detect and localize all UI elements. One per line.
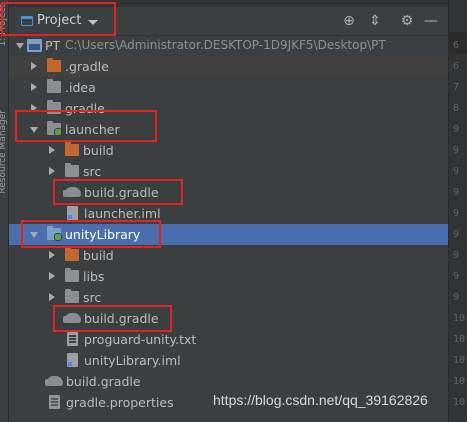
annotation-box-unitylibrary-build-gradle (53, 305, 172, 332)
line-number: 6 (453, 40, 460, 51)
line-number: 6 (453, 61, 460, 72)
tree-item-label: build (83, 248, 114, 263)
line-number: 9 (453, 229, 460, 240)
annotation-box-launcher-build-gradle (53, 179, 183, 205)
collapsed-arrow-icon[interactable] (29, 77, 39, 98)
tree-item-proguard-unity[interactable]: proguard-unity.txt (9, 329, 448, 350)
line-number: 9 (453, 271, 460, 282)
line-number: 10 (453, 376, 466, 387)
tree-item-launcher-build[interactable]: build (9, 140, 448, 161)
tree-item-root-build-gradle[interactable]: build.gradle (9, 371, 448, 392)
line-number: 7 (453, 82, 460, 93)
iml-file-icon (67, 353, 78, 367)
line-number: 9 (453, 145, 460, 156)
tree-root-row[interactable]: PT C:\Users\Administrator.DESKTOP-1D9JKF… (9, 35, 448, 56)
line-number: 10 (453, 313, 466, 324)
tree-item-dot-idea[interactable]: .idea (9, 77, 448, 98)
tree-item-label: .idea (65, 80, 96, 95)
line-number: 10 (453, 334, 466, 345)
watermark-text: https://blog.csdn.net/qq_39162826 (213, 392, 428, 408)
tree-item-dot-gradle[interactable]: .gradle (9, 56, 448, 77)
editor-gutter: 6 6 7 8 9 9 9 9 9 9 9 9 9 10 10 10 10 10 (448, 0, 467, 422)
crosshair-icon[interactable]: ⊕ (341, 13, 357, 29)
project-module-icon (27, 39, 42, 52)
tree-item-label: build.gradle (66, 374, 141, 389)
collapse-all-icon[interactable]: ⇕ (367, 13, 383, 29)
folder-icon (65, 247, 79, 261)
tree-item-label: libs (83, 269, 105, 284)
line-number: 8 (453, 103, 460, 114)
gear-icon[interactable]: ⚙ (399, 13, 415, 29)
annotation-box-launcher (15, 110, 157, 142)
folder-icon (65, 163, 79, 177)
folder-icon (65, 289, 79, 303)
text-file-icon (67, 332, 78, 346)
tree-item-label: .gradle (65, 59, 109, 74)
root-project-path: C:\Users\Administrator.DESKTOP-1D9JKF5\D… (65, 38, 386, 52)
tree-item-label: unityLibrary.iml (84, 353, 181, 368)
collapsed-arrow-icon[interactable] (47, 266, 57, 287)
line-number: 9 (453, 292, 460, 303)
collapsed-arrow-icon[interactable] (29, 56, 39, 77)
collapsed-arrow-icon[interactable] (47, 140, 57, 161)
line-number: 9 (453, 250, 460, 261)
annotation-box-unitylibrary (21, 220, 161, 248)
tree-item-unitylibrary-build[interactable]: build (9, 245, 448, 266)
iml-file-icon (67, 206, 78, 220)
tree-item-unitylibrary-libs[interactable]: libs (9, 266, 448, 287)
line-number: 10 (453, 355, 466, 366)
gradle-elephant-icon (45, 376, 63, 386)
tree-item-label: proguard-unity.txt (84, 332, 197, 347)
minimize-icon[interactable]: — (423, 13, 439, 29)
tree-item-label: gradle.properties (66, 395, 174, 410)
root-project-name: PT (45, 38, 61, 53)
left-tool-strip: 1: Project Resource Manager (0, 0, 9, 422)
collapsed-arrow-icon[interactable] (47, 245, 57, 266)
expand-arrow-icon[interactable] (15, 35, 25, 56)
tree-item-label: build (83, 143, 114, 158)
folder-icon (65, 268, 79, 282)
properties-file-icon (49, 395, 60, 409)
line-number: 9 (453, 124, 460, 135)
tree-item-unitylibrary-iml[interactable]: unityLibrary.iml (9, 350, 448, 371)
folder-icon (47, 58, 61, 72)
folder-icon (65, 142, 79, 156)
folder-icon (47, 79, 61, 93)
project-panel: Project ⊕ ⇕ ⚙ — PT C:\Users\Administrato… (1, 0, 448, 422)
line-number: 10 (453, 397, 466, 408)
line-number: 9 (453, 187, 460, 198)
line-number: 9 (453, 166, 460, 177)
annotation-box-project (1, 2, 116, 36)
line-number: 9 (453, 208, 460, 219)
